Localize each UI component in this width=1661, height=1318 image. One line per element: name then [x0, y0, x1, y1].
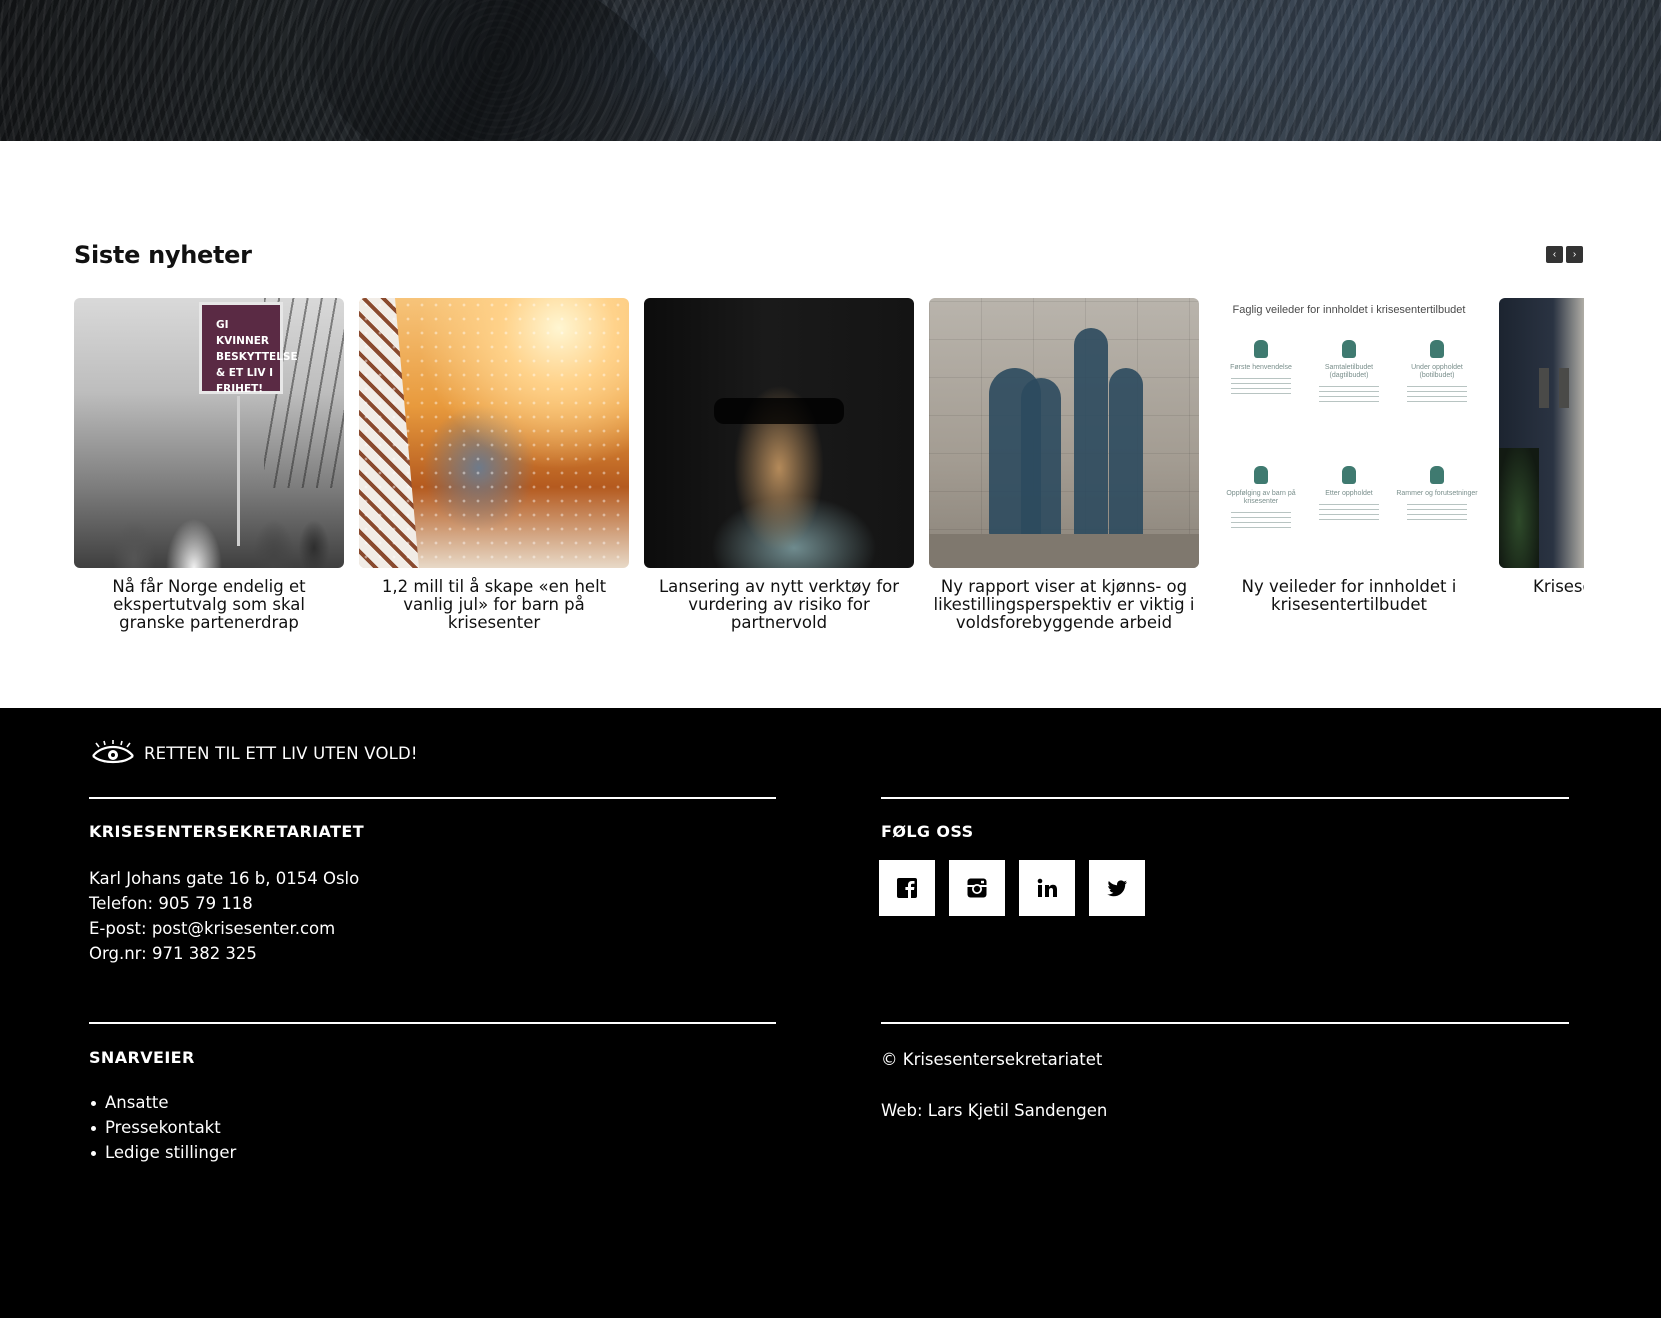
news-card[interactable]: Faglig veileder for innholdet i krisesen…: [1214, 298, 1484, 614]
news-image: [1499, 298, 1584, 568]
news-card[interactable]: Lansering av nytt verktøy for vurdering …: [644, 298, 914, 632]
address-text: Karl Johans gate 16 b, 0154 Oslo: [89, 869, 360, 888]
linkedin-button[interactable]: [1019, 860, 1075, 916]
news-title: Ny veileder for innholdet i krisesentert…: [1241, 577, 1457, 614]
divider: [89, 797, 776, 799]
protest-sign: GI KVINNER BESKYTTELSE & ET LIV I FRIHET…: [199, 302, 298, 395]
shortcuts-list: Ansatte Pressekontakt Ledige stillinger: [89, 1090, 236, 1165]
news-heading: Siste nyheter: [74, 241, 252, 269]
instagram-button[interactable]: [949, 860, 1005, 916]
news-image: GI KVINNER BESKYTTELSE & ET LIV I FRIHET…: [74, 298, 344, 568]
instagram-icon: [967, 878, 987, 898]
news-section: Siste nyheter ‹ › GI KVINNER BESKYTTELSE…: [0, 141, 1661, 708]
news-image: [359, 298, 629, 568]
divider: [881, 797, 1569, 799]
chevron-right-icon: ›: [1572, 249, 1577, 260]
carousel-next-button[interactable]: ›: [1566, 246, 1583, 263]
shortcut-link-ansatte[interactable]: Ansatte: [89, 1090, 236, 1115]
twitter-button[interactable]: [1089, 860, 1145, 916]
news-title: Krisese: [1533, 577, 1584, 596]
facebook-button[interactable]: [879, 860, 935, 916]
news-card[interactable]: GI KVINNER BESKYTTELSE & ET LIV I FRIHET…: [74, 298, 344, 632]
web-credit-link[interactable]: Web: Lars Kjetil Sandengen: [881, 1101, 1107, 1120]
image-label: Etter oppholdet: [1325, 490, 1373, 497]
footer-tagline: RETTEN TIL ETT LIV UTEN VOLD!: [144, 743, 418, 763]
divider: [89, 1022, 776, 1024]
site-footer: RETTEN TIL ETT LIV UTEN VOLD! KRISESENTE…: [0, 708, 1661, 1318]
carousel-prev-button[interactable]: ‹: [1546, 246, 1563, 263]
eye-logo-icon: [92, 740, 134, 764]
image-label: Første henvendelse: [1230, 364, 1292, 371]
image-heading: Faglig veileder for innholdet i krisesen…: [1232, 304, 1466, 316]
news-title: Nå får Norge endelig et ekspertutvalg so…: [112, 577, 306, 632]
news-card[interactable]: Ny rapport viser at kjønns- og likestill…: [929, 298, 1199, 632]
image-label: Under oppholdet (botilbudet): [1411, 364, 1463, 379]
news-image: [644, 298, 914, 568]
chevron-left-icon: ‹: [1552, 249, 1557, 260]
image-label: Oppfølging av barn på krisesenter: [1226, 490, 1296, 505]
shortcut-link-pressekontakt[interactable]: Pressekontakt: [89, 1115, 236, 1140]
phone-text[interactable]: Telefon: 905 79 118: [89, 891, 359, 916]
linkedin-icon: [1037, 878, 1057, 897]
contact-info: Karl Johans gate 16 b, 0154 Oslo Telefon…: [89, 866, 359, 966]
divider: [881, 1022, 1569, 1024]
news-carousel: GI KVINNER BESKYTTELSE & ET LIV I FRIHET…: [74, 298, 1584, 638]
facebook-icon: [897, 878, 917, 898]
shortcuts-heading: SNARVEIER: [89, 1048, 195, 1067]
news-title: 1,2 mill til å skape «en helt vanlig jul…: [381, 577, 607, 632]
news-card[interactable]: Krisese: [1499, 298, 1584, 596]
footer-brand[interactable]: RETTEN TIL ETT LIV UTEN VOLD!: [90, 740, 418, 766]
follow-heading: FØLG OSS: [881, 822, 974, 841]
news-card[interactable]: 1,2 mill til å skape «en helt vanlig jul…: [359, 298, 629, 632]
news-image: [929, 298, 1199, 568]
email-text[interactable]: E-post: post@krisesenter.com: [89, 916, 359, 941]
orgnr-text: Org.nr: 971 382 325: [89, 944, 257, 963]
org-heading: KRISESENTERSEKRETARIATET: [89, 822, 365, 841]
shortcut-link-ledige-stillinger[interactable]: Ledige stillinger: [89, 1140, 236, 1165]
news-image: Faglig veileder for innholdet i krisesen…: [1214, 298, 1484, 568]
twitter-icon: [1107, 880, 1127, 897]
hero-image: [0, 0, 1661, 141]
news-title: Lansering av nytt verktøy for vurdering …: [658, 577, 900, 632]
image-label: Samtaletilbudet (dagtilbudet): [1324, 364, 1374, 379]
image-label: Rammer og forutsetninger: [1396, 490, 1478, 497]
news-title: Ny rapport viser at kjønns- og likestill…: [933, 577, 1195, 632]
copyright-text: © Krisesentersekretariatet: [881, 1050, 1103, 1069]
